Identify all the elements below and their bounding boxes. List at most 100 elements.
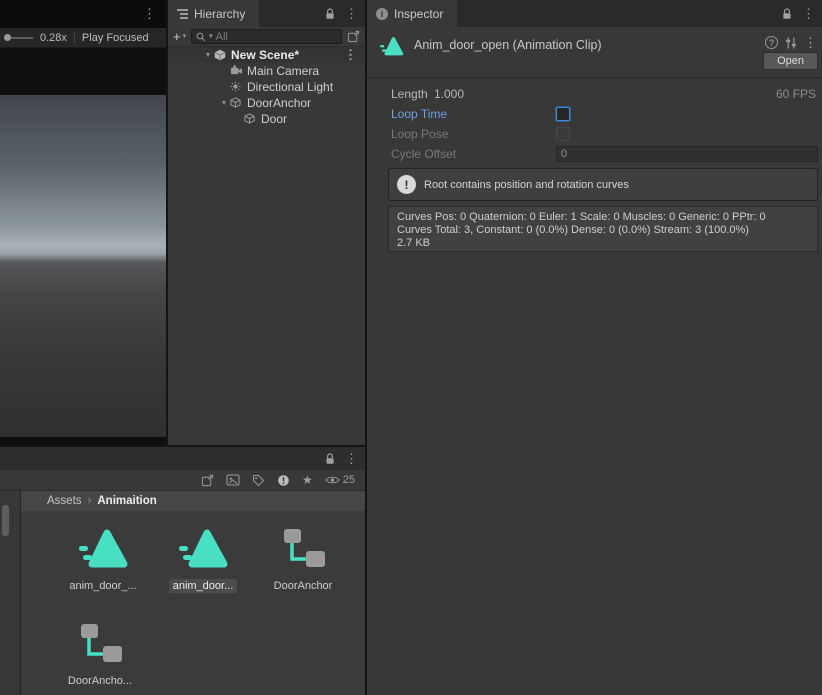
inspector-tabbar: i Inspector ⋮ xyxy=(367,0,822,27)
length-label: Length xyxy=(391,87,428,101)
asset-item-anim-door-2[interactable]: anim_door... xyxy=(153,519,253,598)
length-row: Length 1.000 60 FPS xyxy=(367,84,822,104)
chevron-down-icon: ▾ xyxy=(182,33,187,40)
breadcrumb-assets[interactable]: Assets xyxy=(47,495,82,507)
tab-inspector[interactable]: i Inspector xyxy=(367,0,458,27)
create-object-button[interactable]: + ▾ xyxy=(173,29,186,44)
loop-pose-row: Loop Pose xyxy=(367,124,822,144)
clip-stats-box: Curves Pos: 0 Quaternion: 0 Euler: 1 Sca… xyxy=(388,206,818,252)
foldout-icon[interactable]: ▼ xyxy=(202,52,214,59)
search-by-type-icon[interactable] xyxy=(226,474,240,486)
loop-pose-label: Loop Pose xyxy=(391,127,449,141)
hierarchy-search-input[interactable]: ▾ All xyxy=(191,29,342,44)
cycle-offset-value: 0 xyxy=(561,148,568,160)
cycle-offset-row: Cycle Offset 0 xyxy=(367,144,822,164)
cycle-offset-field[interactable]: 0 xyxy=(556,146,818,162)
hierarchy-item-label: Directional Light xyxy=(247,80,334,94)
lock-icon[interactable] xyxy=(325,7,335,20)
tab-hierarchy[interactable]: Hierarchy xyxy=(168,0,260,27)
tab-inspector-label: Inspector xyxy=(394,6,444,21)
stats-line: Curves Pos: 0 Quaternion: 0 Euler: 1 Sca… xyxy=(397,211,766,223)
asset-label: anim_door... xyxy=(168,579,238,593)
project-menu-icon[interactable]: ⋮ xyxy=(345,452,358,465)
cube-icon xyxy=(244,113,257,125)
asset-item-dooranchor-2[interactable]: DoorAncho... xyxy=(50,614,150,693)
camera-icon xyxy=(230,65,243,77)
slider-track xyxy=(11,36,33,39)
scale-slider[interactable] xyxy=(4,34,33,41)
open-search-window-icon[interactable] xyxy=(347,30,360,43)
plus-icon: + xyxy=(173,29,181,44)
exclamation-icon: ! xyxy=(397,175,416,194)
scene-menu-icon[interactable]: ⋮ xyxy=(344,48,357,61)
unity-editor: ⋮ 0.28x Play Focused Hierarchy ⋮ + ▾ ▾ A… xyxy=(0,0,822,695)
foldout-icon[interactable]: ▼ xyxy=(218,100,230,107)
favorite-star-icon[interactable]: ★ xyxy=(302,474,313,486)
hierarchy-menu-icon[interactable]: ⋮ xyxy=(345,7,358,20)
hierarchy-toolbar: + ▾ ▾ All xyxy=(168,27,365,47)
animator-controller-icon xyxy=(253,519,353,571)
asset-menu-icon[interactable]: ⋮ xyxy=(804,36,817,49)
scene-name: New Scene* xyxy=(231,48,300,62)
folder-tree-column xyxy=(0,491,21,695)
open-button[interactable]: Open xyxy=(763,52,818,70)
hierarchy-tree: ▼ New Scene* ⋮ Main Camera Directional L… xyxy=(168,47,365,445)
cycle-offset-label: Cycle Offset xyxy=(391,147,457,161)
loop-pose-checkbox[interactable] xyxy=(556,127,570,141)
light-icon xyxy=(230,81,243,93)
project-toolbar: ★ 25 xyxy=(0,470,365,491)
open-search-window-icon[interactable] xyxy=(201,474,214,487)
game-view-tabbar: ⋮ xyxy=(0,0,166,28)
presets-icon[interactable] xyxy=(785,37,797,49)
hierarchy-item-main-camera[interactable]: Main Camera xyxy=(168,63,365,79)
scrollbar-thumb[interactable] xyxy=(2,505,9,536)
hierarchy-tabbar: Hierarchy ⋮ xyxy=(168,0,365,27)
warning-text: Root contains position and rotation curv… xyxy=(424,178,629,191)
asset-label: DoorAncho... xyxy=(67,675,133,687)
help-icon[interactable]: ? xyxy=(765,36,778,49)
slider-knob-icon[interactable] xyxy=(4,34,11,41)
alert-icon[interactable] xyxy=(277,474,290,487)
play-focused-dropdown[interactable]: Play Focused xyxy=(82,32,149,44)
asset-item-anim-door-1[interactable]: anim_door_... xyxy=(53,519,153,598)
loop-time-label: Loop Time xyxy=(391,107,448,121)
hierarchy-panel: Hierarchy ⋮ + ▾ ▾ All ▼ New Scene* ⋮ Mai… xyxy=(168,0,365,445)
inspector-menu-icon[interactable]: ⋮ xyxy=(802,7,815,20)
asset-title: Anim_door_open (Animation Clip) xyxy=(414,38,602,52)
stats-line: Curves Total: 3, Constant: 0 (0.0%) Dens… xyxy=(397,224,749,236)
hierarchy-item-label: DoorAnchor xyxy=(247,96,312,110)
breadcrumb-current-folder[interactable]: Animaition xyxy=(97,495,156,507)
chevron-down-icon: ▾ xyxy=(209,33,213,40)
inspector-body: Length 1.000 60 FPS Loop Time Loop Pose … xyxy=(367,78,822,695)
stats-line: 2.7 KB xyxy=(397,237,431,249)
rendered-skybox xyxy=(0,95,166,437)
scene-row[interactable]: ▼ New Scene* ⋮ xyxy=(168,47,365,63)
game-viewport[interactable] xyxy=(0,48,166,445)
cube-icon xyxy=(230,97,243,109)
game-view-toolbar: 0.28x Play Focused xyxy=(0,28,166,48)
lock-icon[interactable] xyxy=(782,7,792,20)
asset-header: Anim_door_open (Animation Clip) ? ⋮ Open xyxy=(367,27,822,78)
animation-clip-icon xyxy=(53,519,153,571)
asset-item-dooranchor[interactable]: DoorAnchor xyxy=(253,519,353,598)
game-view-panel: ⋮ 0.28x Play Focused xyxy=(0,0,166,445)
breadcrumb-separator-icon: › xyxy=(87,495,92,507)
toolbar-divider xyxy=(73,31,75,44)
inspector-panel: i Inspector ⋮ Anim_door_open (Animation … xyxy=(367,0,822,695)
search-icon xyxy=(196,32,206,41)
hidden-packages-count: 25 xyxy=(342,474,355,486)
hierarchy-item-dooranchor[interactable]: ▼ DoorAnchor xyxy=(168,95,365,111)
hierarchy-item-label: Door xyxy=(261,112,288,126)
hierarchy-item-door[interactable]: Door xyxy=(168,111,365,127)
lock-icon[interactable] xyxy=(325,452,335,465)
search-by-label-icon[interactable] xyxy=(252,474,265,487)
scene-icon xyxy=(214,49,227,61)
asset-grid: anim_door_... anim_door... DoorAnchor Do… xyxy=(21,511,365,695)
hierarchy-icon xyxy=(177,8,188,19)
animator-controller-icon xyxy=(50,614,150,666)
hierarchy-item-directional-light[interactable]: Directional Light xyxy=(168,79,365,95)
loop-time-checkbox[interactable] xyxy=(556,107,570,121)
animation-clip-icon xyxy=(379,35,404,62)
hidden-packages-toggle[interactable]: 25 xyxy=(325,474,355,486)
game-view-menu-icon[interactable]: ⋮ xyxy=(143,7,156,20)
